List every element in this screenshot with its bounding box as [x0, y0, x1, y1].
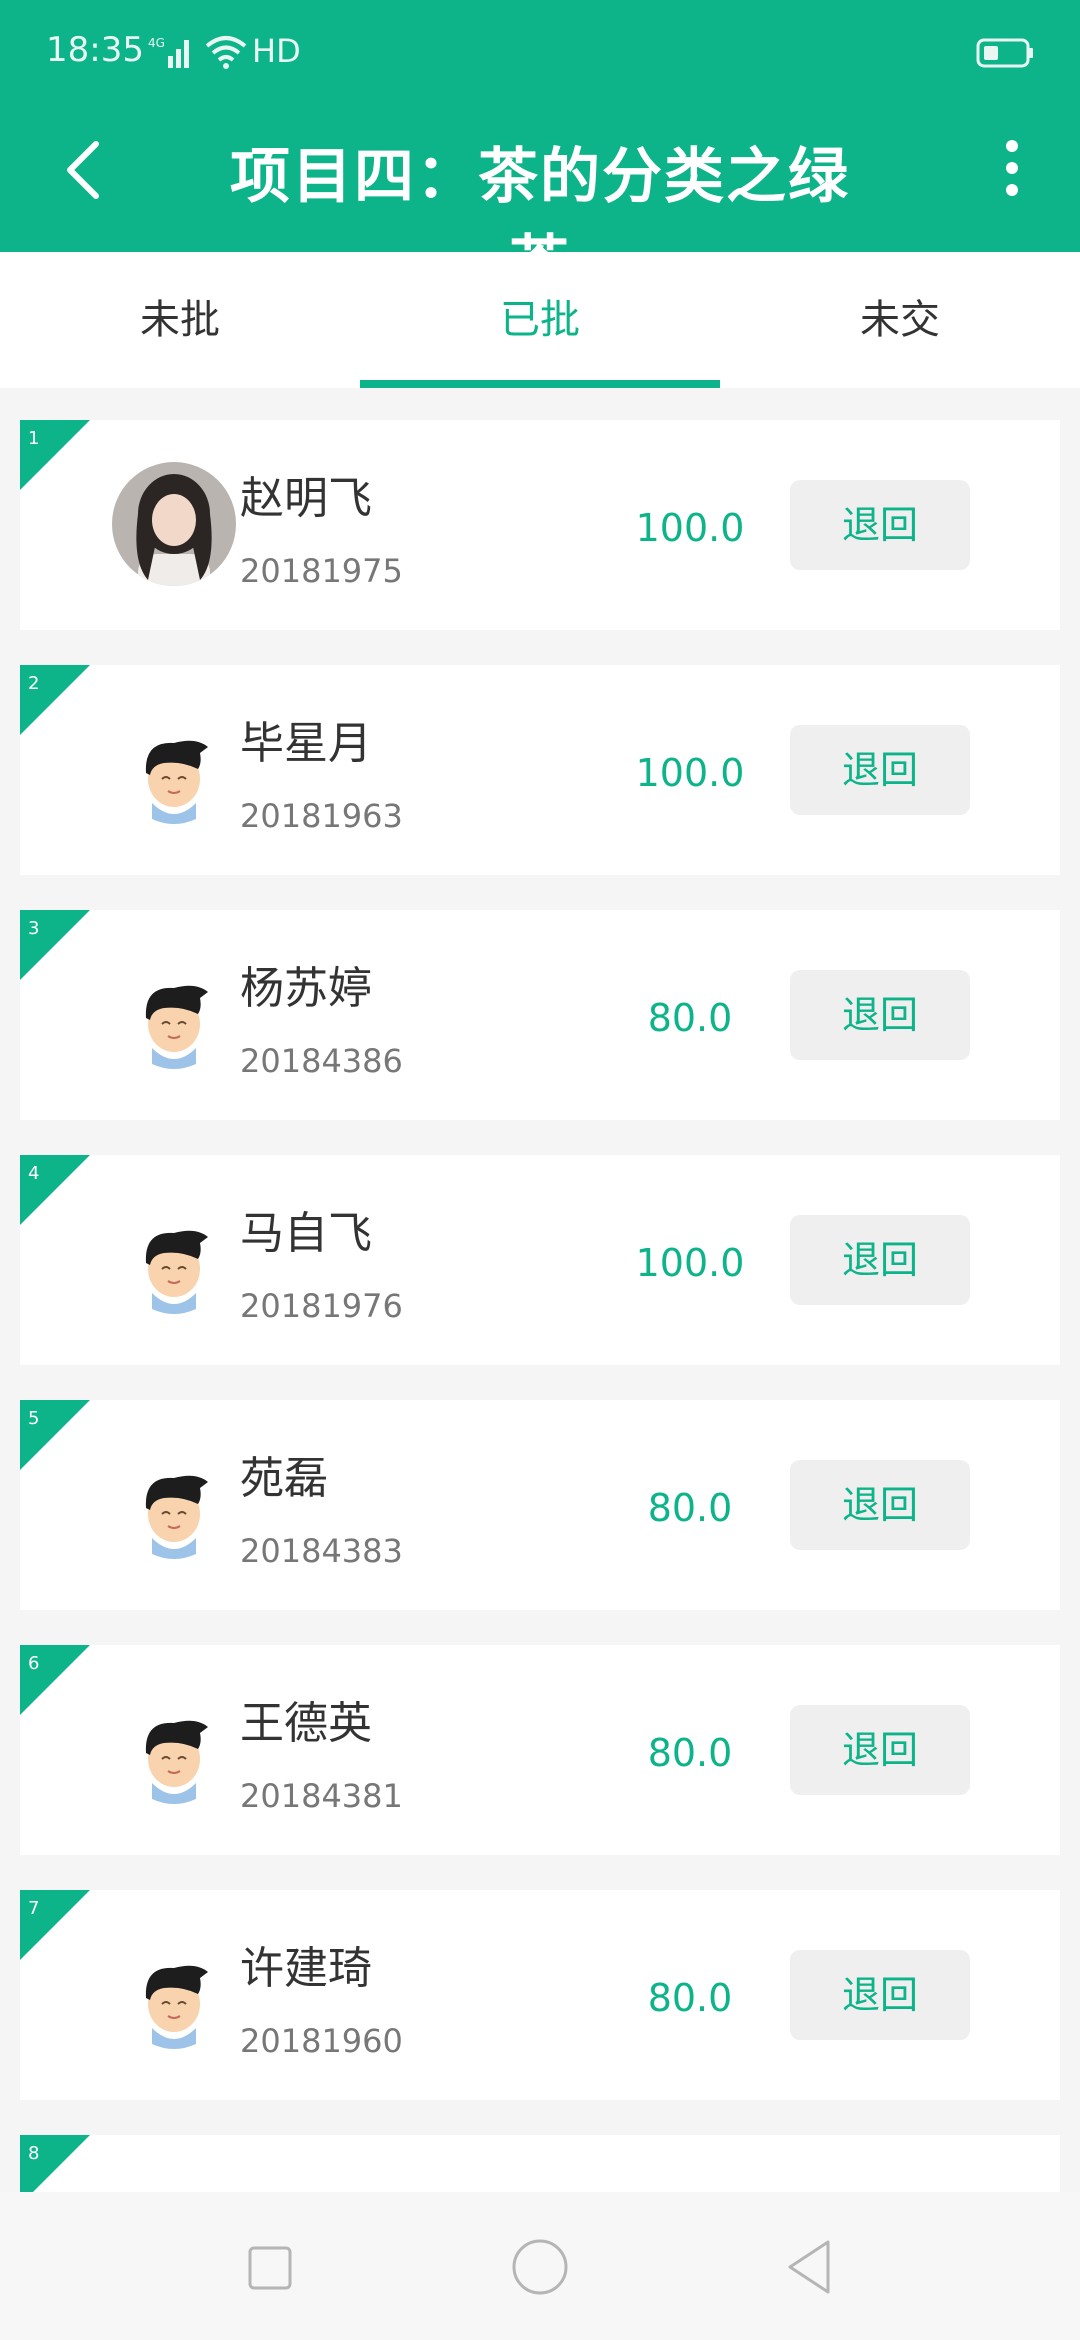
student-id: 20181976	[240, 1287, 403, 1325]
rank-number: 4	[28, 1163, 40, 1184]
circle-icon[interactable]	[505, 2232, 575, 2302]
avatar	[112, 1687, 236, 1811]
rank-number: 7	[28, 1898, 40, 1919]
return-button[interactable]: 退回	[790, 1950, 970, 2040]
student-score: 100.0	[635, 1241, 745, 1285]
student-name: 马自飞	[240, 1208, 372, 1259]
chevron-left-icon[interactable]	[50, 130, 120, 210]
list-item[interactable]: 8	[20, 2135, 1060, 2192]
status-bar: 18:35 4G HD	[0, 0, 1080, 108]
student-name: 杨苏婷	[240, 963, 372, 1014]
list-item[interactable]: 5 苑磊 20184383 80.0 退回	[20, 1400, 1060, 1610]
rank-number: 2	[28, 673, 40, 694]
rank-number: 6	[28, 1653, 40, 1674]
avatar	[112, 2177, 236, 2192]
active-tab-indicator	[360, 380, 720, 388]
rank-number: 8	[28, 2143, 40, 2164]
list-item[interactable]: 7 许建琦 20181960 80.0 退回	[20, 1890, 1060, 2100]
app-header: 18:35 4G HD 项目四：茶的分类之绿茶	[0, 0, 1080, 299]
student-score: 80.0	[647, 996, 733, 1040]
triangle-back-icon[interactable]	[776, 2232, 846, 2302]
tab-reviewed[interactable]: 已批	[360, 252, 720, 388]
student-score: 100.0	[635, 506, 745, 550]
student-name: 苑磊	[240, 1453, 328, 1504]
student-score: 80.0	[647, 1731, 733, 1775]
return-button[interactable]: 退回	[790, 970, 970, 1060]
student-id: 20181960	[240, 2022, 403, 2060]
tab-bar: 未批 已批 未交	[0, 252, 1080, 388]
student-id: 20184383	[240, 1532, 403, 1570]
student-name: 许建琦	[240, 1943, 372, 1994]
system-nav-bar	[0, 2192, 1080, 2340]
avatar	[112, 707, 236, 831]
student-id: 20181975	[240, 552, 403, 590]
return-button[interactable]: 退回	[790, 480, 970, 570]
avatar	[112, 462, 236, 586]
student-list: 1 赵明飞 20181975 100.0 退回 2 毕星月 20181963 1…	[0, 388, 1080, 2192]
return-button[interactable]: 退回	[790, 725, 970, 815]
avatar	[112, 1197, 236, 1321]
student-id: 20181963	[240, 797, 403, 835]
more-vertical-icon[interactable]	[990, 138, 1034, 198]
status-time: 18:35	[46, 30, 144, 70]
rank-number: 1	[28, 428, 40, 449]
battery-icon	[976, 38, 1033, 68]
student-id: 20184381	[240, 1777, 403, 1815]
avatar	[112, 1932, 236, 2056]
list-item[interactable]: 4 马自飞 20181976 100.0 退回	[20, 1155, 1060, 1365]
list-item[interactable]: 3 杨苏婷 20184386 80.0 退回	[20, 910, 1060, 1120]
wifi-icon	[205, 36, 247, 69]
list-item[interactable]: 6 王德英 20184381 80.0 退回	[20, 1645, 1060, 1855]
avatar	[112, 952, 236, 1076]
signal-icon: 4G	[148, 36, 189, 68]
square-icon[interactable]	[234, 2232, 304, 2302]
return-button[interactable]: 退回	[790, 1215, 970, 1305]
student-name: 王德英	[240, 1698, 372, 1749]
student-score: 100.0	[635, 751, 745, 795]
return-button[interactable]: 退回	[790, 1705, 970, 1795]
student-score: 80.0	[647, 1976, 733, 2020]
network-type: 4G	[148, 36, 165, 50]
student-score: 80.0	[647, 1486, 733, 1530]
list-item[interactable]: 1 赵明飞 20181975 100.0 退回	[20, 420, 1060, 630]
list-item[interactable]: 2 毕星月 20181963 100.0 退回	[20, 665, 1060, 875]
rank-number: 3	[28, 918, 40, 939]
student-name: 毕星月	[240, 718, 372, 769]
tab-unreviewed[interactable]: 未批	[0, 252, 360, 388]
student-id: 20184386	[240, 1042, 403, 1080]
rank-number: 5	[28, 1408, 40, 1429]
tab-not-submitted[interactable]: 未交	[720, 252, 1080, 388]
hd-indicator: HD	[252, 32, 301, 70]
student-name: 赵明飞	[240, 473, 372, 524]
return-button[interactable]: 退回	[790, 1460, 970, 1550]
avatar	[112, 1442, 236, 1566]
